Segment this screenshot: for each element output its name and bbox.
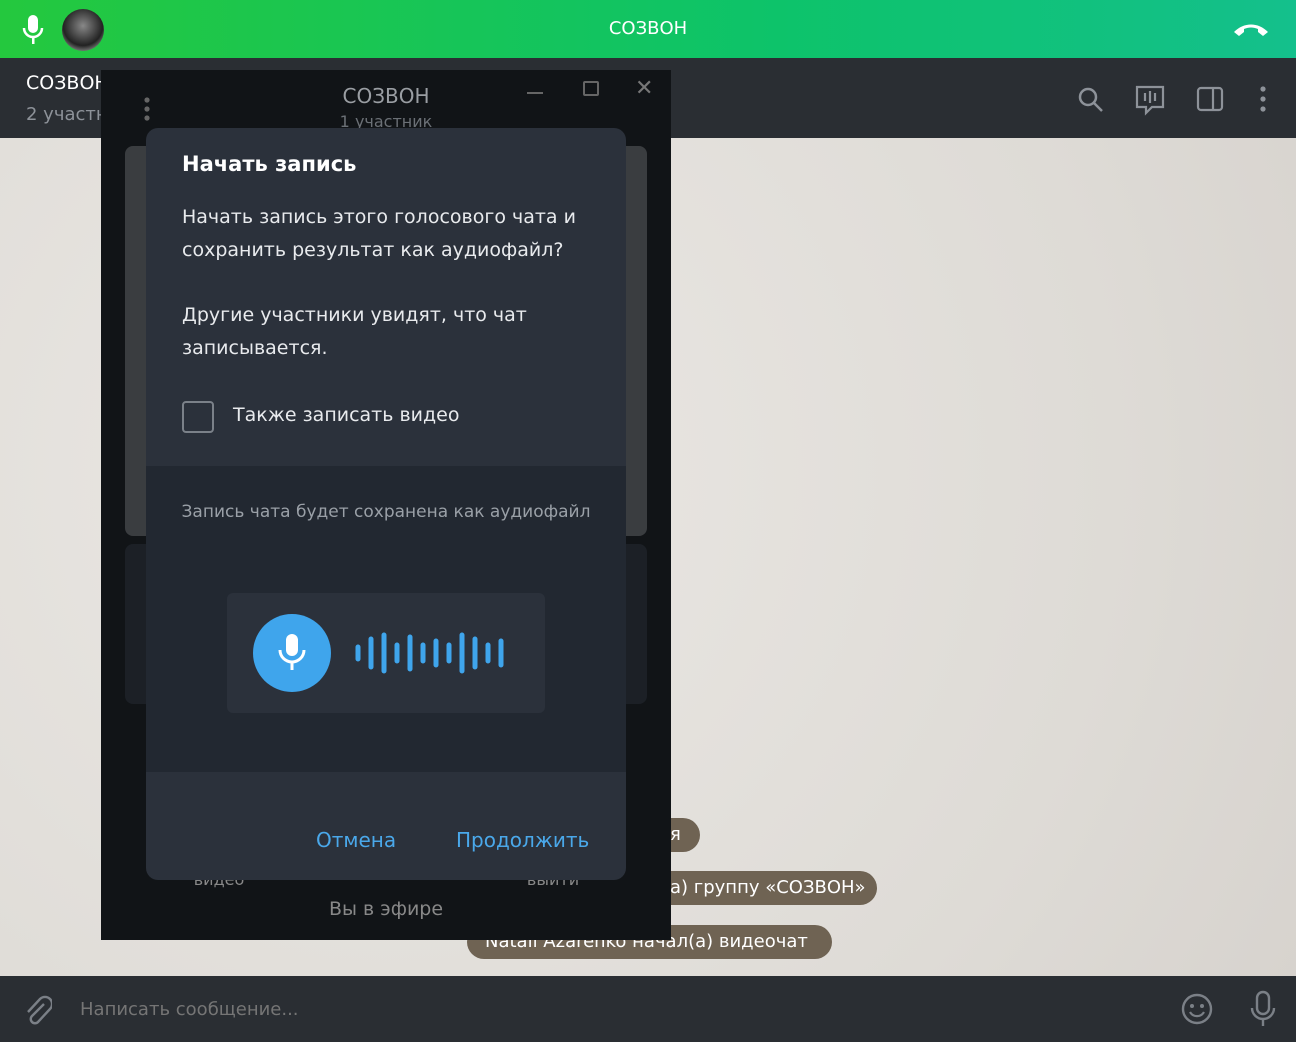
attach-icon[interactable] (22, 994, 52, 1028)
call-top-bar[interactable]: СОЗВОН (0, 0, 1296, 58)
dialog-text: Другие участники увидят, что чат записыв… (182, 304, 527, 359)
voice-chat-icon[interactable] (1134, 84, 1166, 116)
microphone-icon[interactable] (1250, 990, 1276, 1028)
dialog-title: Начать запись (182, 152, 357, 176)
chat-subtitle: 2 участн (26, 104, 108, 125)
record-video-checkbox[interactable] (182, 401, 214, 433)
close-button[interactable]: ✕ (635, 76, 653, 101)
maximize-button[interactable] (583, 81, 599, 96)
emoji-icon[interactable] (1180, 992, 1214, 1026)
recording-preview: Запись чата будет сохранена как аудиофай… (146, 466, 626, 772)
microphone-icon (253, 614, 331, 692)
call-status: Вы в эфире (328, 898, 444, 920)
message-composer (0, 976, 1296, 1042)
dialog-text: Начать запись этого голосового чата и со… (182, 206, 576, 261)
waveform-icon (355, 632, 504, 674)
chat-title[interactable]: СОЗВОН (26, 72, 109, 94)
sidebar-toggle-icon[interactable] (1196, 86, 1224, 112)
cancel-button[interactable]: Отмена (316, 828, 396, 852)
continue-button[interactable]: Продолжить (456, 828, 589, 852)
start-recording-dialog: Начать запись Начать запись этого голосо… (146, 128, 626, 880)
minimize-button[interactable] (527, 92, 543, 94)
message-input[interactable] (80, 994, 1080, 1024)
hang-up-icon[interactable] (1232, 20, 1270, 38)
info-text: Запись чата будет сохранена как аудиофай… (181, 502, 591, 522)
call-title: СОЗВОН (608, 18, 688, 39)
audio-preview-card (227, 593, 545, 713)
record-video-label[interactable]: Также записать видео (233, 404, 459, 426)
service-message: а) группу «СОЗВОН» (640, 871, 877, 905)
more-vertical-icon[interactable] (1258, 84, 1268, 114)
search-icon[interactable] (1077, 86, 1105, 114)
